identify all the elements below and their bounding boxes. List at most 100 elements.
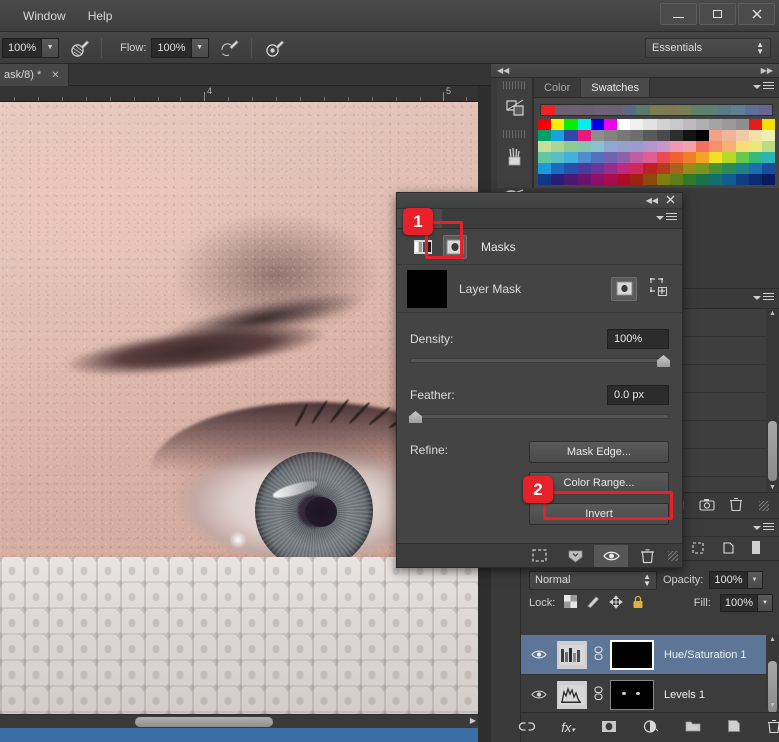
color-swatch[interactable] [748,152,762,163]
table-row[interactable]: Levels 1 [521,675,766,710]
color-swatch[interactable] [722,174,736,185]
recent-swatch[interactable] [608,105,623,115]
delete-mask-icon[interactable] [630,545,664,567]
color-swatch[interactable] [761,163,775,174]
black-mask-thumb[interactable] [610,639,654,670]
color-swatch[interactable] [643,119,657,130]
minimize-button[interactable] [660,3,697,25]
color-swatch[interactable] [696,163,710,174]
recent-swatch[interactable] [731,105,745,115]
close-icon[interactable]: ✕ [51,70,59,81]
link-mask-icon[interactable] [593,645,604,664]
color-swatch[interactable] [656,174,670,185]
color-swatch[interactable] [630,141,644,152]
color-swatch[interactable] [643,141,657,152]
color-swatch[interactable] [761,152,775,163]
color-swatch[interactable] [538,174,552,185]
toggle-mask-visibility-icon[interactable] [594,544,628,567]
color-swatch[interactable] [630,163,644,174]
color-swatch[interactable] [709,130,723,141]
color-swatch[interactable] [669,119,683,130]
color-swatch[interactable] [682,174,696,185]
chevron-down-icon[interactable]: ▼ [190,38,208,57]
adjustments-scroll-thumb[interactable] [768,421,777,481]
color-swatch[interactable] [577,163,591,174]
mask-thumbnail[interactable] [407,269,447,308]
link-layers-icon[interactable] [519,721,536,735]
add-vector-mask-icon[interactable] [649,277,670,300]
adjustments-scrollbar[interactable]: ▲ ▼ [766,309,779,492]
color-swatch[interactable] [696,130,710,141]
recent-swatch[interactable] [649,105,664,115]
color-swatch[interactable] [603,130,617,141]
chevron-down-icon[interactable]: ▼ [757,595,772,611]
pixel-mask-icon[interactable] [411,235,435,259]
color-swatch[interactable] [656,141,670,152]
density-slider-track[interactable] [410,355,670,367]
color-swatch[interactable] [696,174,710,185]
color-swatch[interactable] [577,152,591,163]
apply-mask-icon[interactable] [558,545,592,567]
scroll-down-icon[interactable]: ▼ [769,702,776,709]
scroll-up-icon[interactable]: ▲ [769,636,776,643]
color-swatch[interactable] [551,163,565,174]
recent-swatch[interactable] [581,105,596,115]
add-layer-mask-icon[interactable] [601,720,617,736]
menu-item-help[interactable]: Help [77,5,124,27]
menu-item-window[interactable]: Window [12,5,77,27]
panel-resize-grip[interactable] [668,550,678,561]
recent-swatch[interactable] [541,105,555,115]
layer-fill-field[interactable]: 100% ▼ [719,594,773,612]
blend-mode-select[interactable]: Normal ▲ ▼ [529,570,657,590]
color-swatch[interactable] [564,174,578,185]
recent-swatch[interactable] [744,105,759,115]
color-swatch[interactable] [682,119,696,130]
color-swatch[interactable] [669,141,683,152]
recent-colors-strip[interactable] [540,104,773,116]
color-swatch[interactable] [643,152,657,163]
color-swatch[interactable] [630,152,644,163]
scroll-up-icon[interactable]: ▲ [769,310,776,317]
dock-collapse-bar[interactable]: ◀◀ ▶▶ [491,64,779,78]
color-swatch[interactable] [564,119,578,130]
color-swatch[interactable] [577,119,591,130]
scroll-right-icon[interactable]: ▶ [470,716,476,725]
color-swatch[interactable] [551,119,565,130]
color-swatch[interactable] [735,130,749,141]
color-swatch[interactable] [630,119,644,130]
shape-icon[interactable] [721,541,735,558]
canvas-horizontal-scrollbar[interactable]: ▶ [0,714,478,728]
color-swatch[interactable] [603,119,617,130]
gradient-icon[interactable] [751,540,761,558]
color-swatch[interactable] [682,163,696,174]
color-swatch[interactable] [696,141,710,152]
tab-swatches[interactable]: Swatches [581,78,650,97]
color-swatch[interactable] [709,174,723,185]
color-swatch[interactable] [577,141,591,152]
expand-right-icon[interactable]: ▶▶ [761,66,773,75]
color-swatch[interactable] [761,130,775,141]
collapse-left-icon[interactable]: ◀◀ [497,66,509,75]
recent-swatch[interactable] [717,105,732,115]
new-group-icon[interactable] [685,720,701,735]
color-swatch[interactable] [748,119,762,130]
hue-saturation-adjustment-thumb[interactable] [557,640,587,669]
lock-all-icon[interactable] [632,595,644,612]
color-swatch[interactable] [590,130,604,141]
recent-swatch[interactable] [676,105,691,115]
color-swatch[interactable] [761,141,775,152]
delete-trash-icon[interactable] [729,497,743,515]
color-swatch[interactable] [682,152,696,163]
color-swatch[interactable] [590,163,604,174]
color-swatch[interactable] [748,163,762,174]
lock-image-pixels-icon[interactable] [586,595,600,611]
color-swatch[interactable] [617,152,631,163]
color-swatch[interactable] [696,119,710,130]
close-button[interactable] [738,3,775,25]
color-swatch[interactable] [656,163,670,174]
feather-value-field[interactable]: 0.0 px [607,385,669,405]
transform-icon[interactable] [691,541,705,558]
color-swatch[interactable] [709,119,723,130]
table-row[interactable]: Hue/Saturation 1 [521,635,766,675]
color-swatch[interactable] [538,163,552,174]
